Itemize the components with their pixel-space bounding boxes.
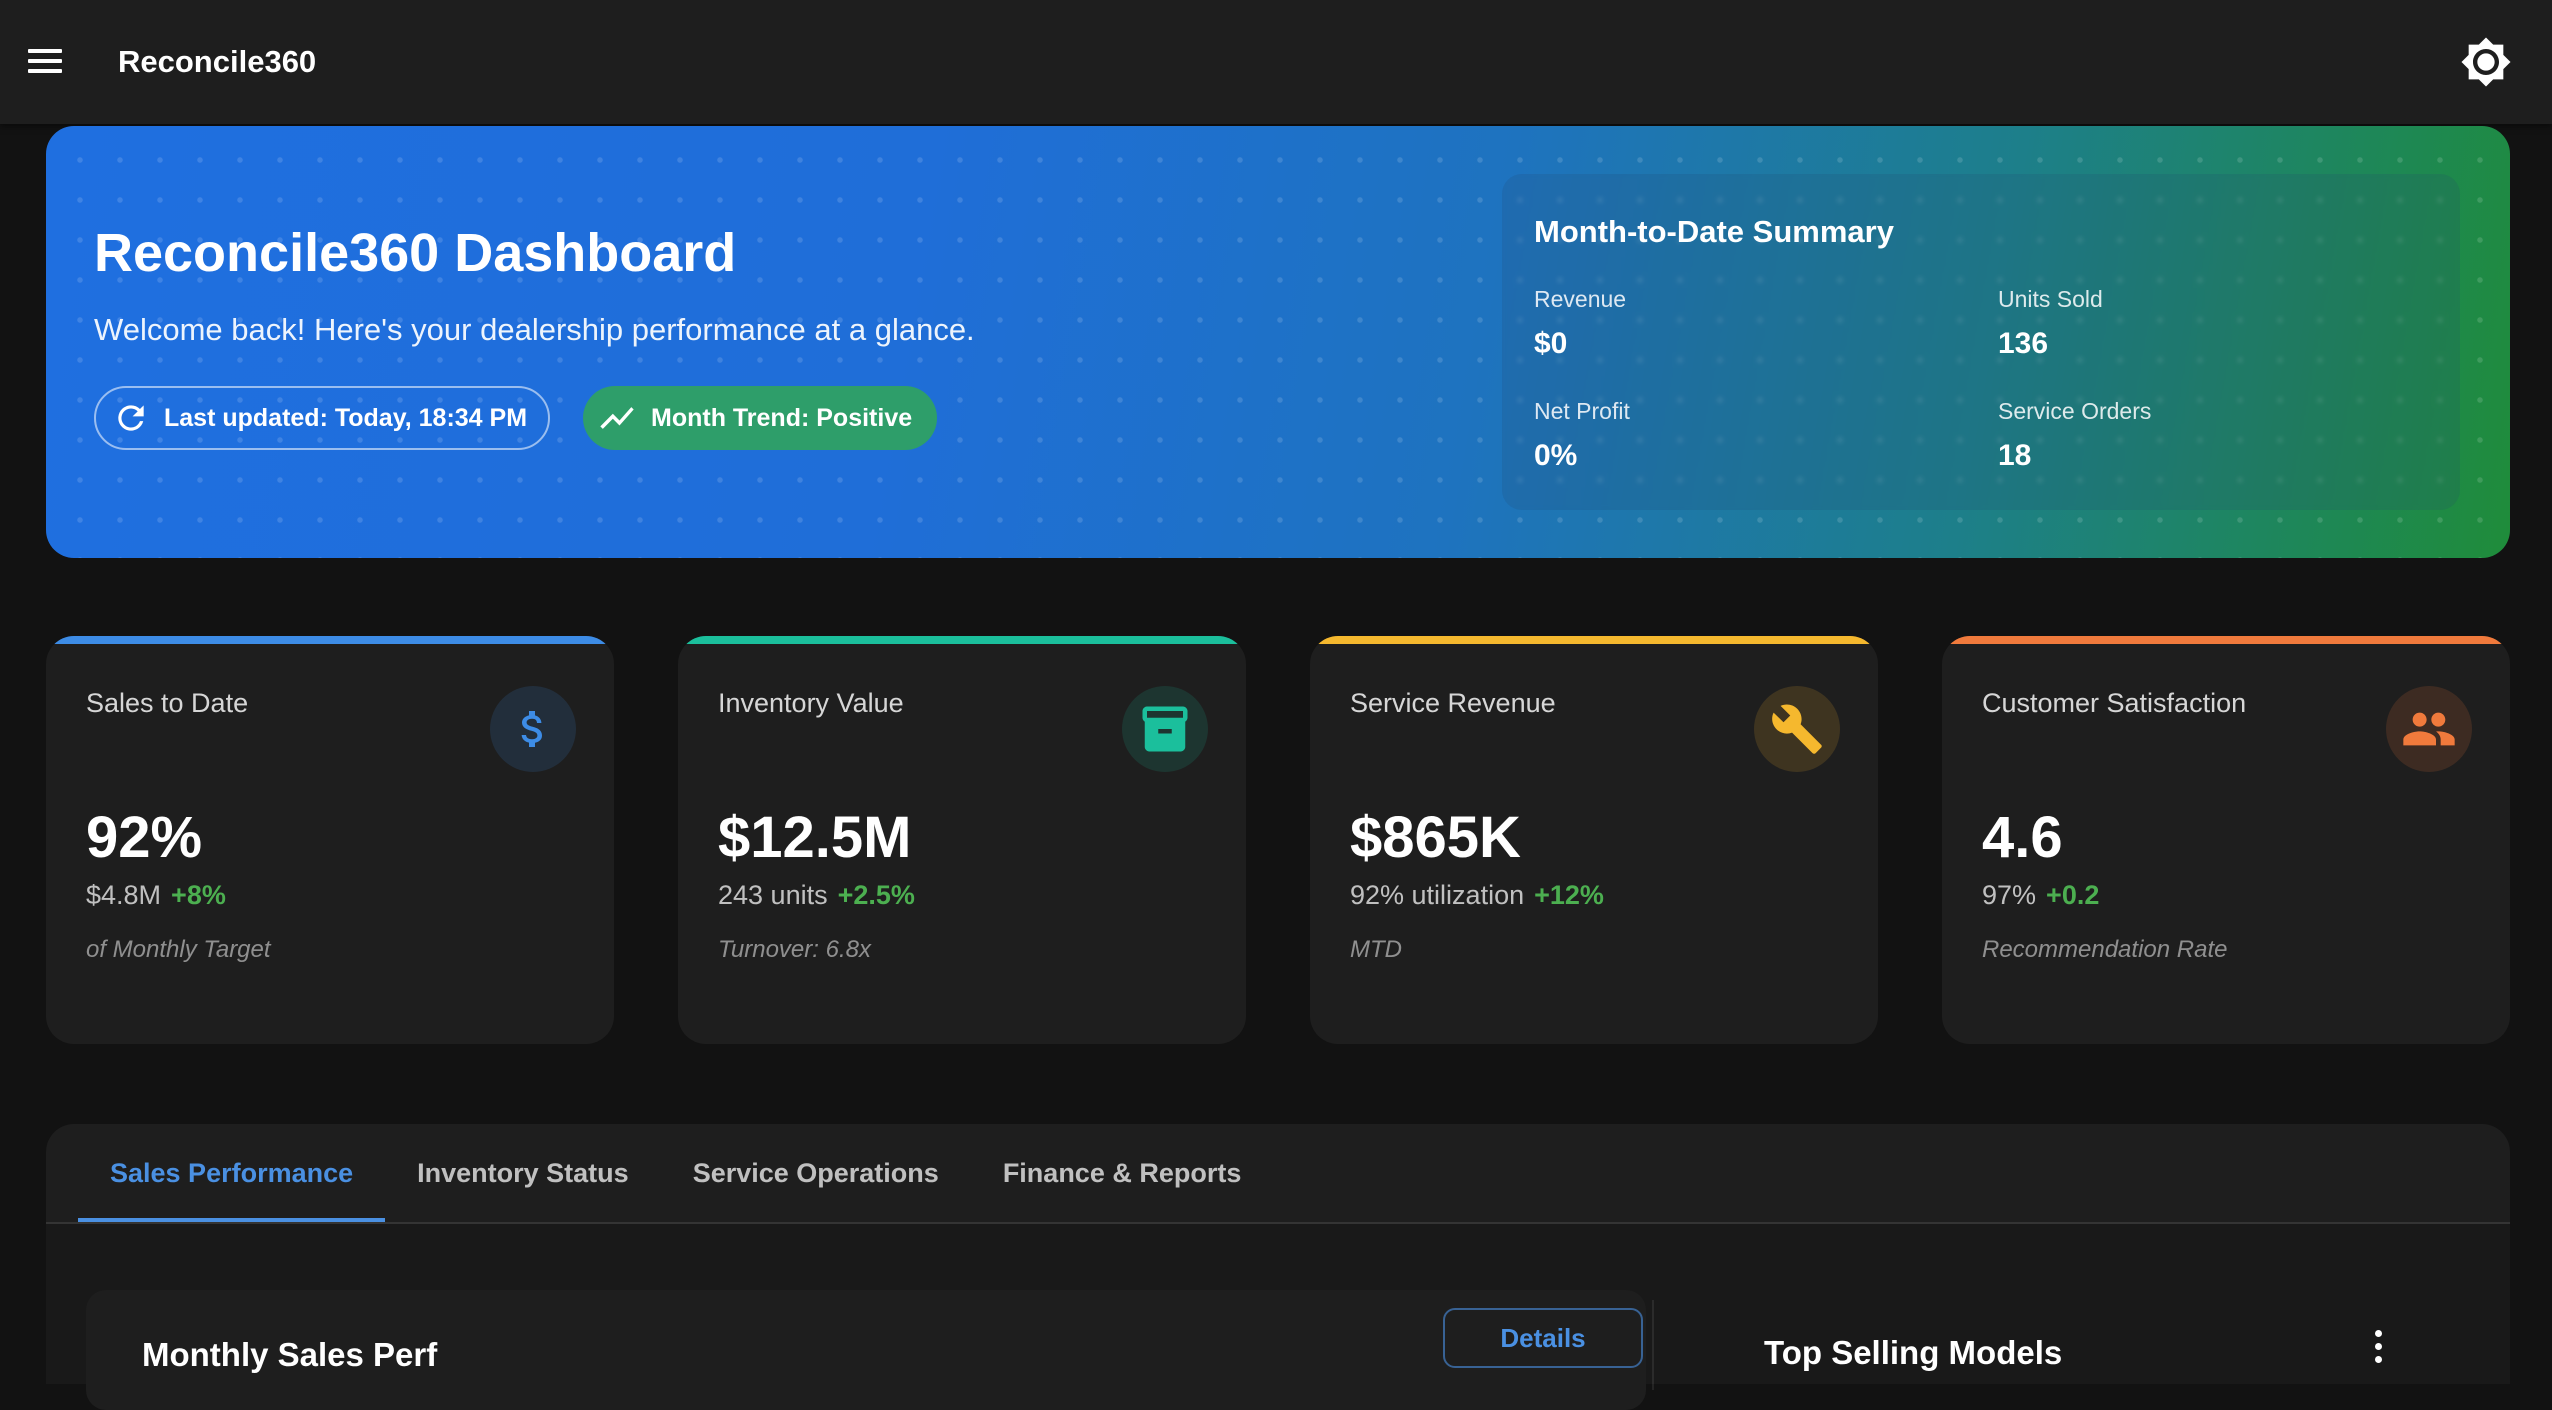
- trending-up-icon: [600, 407, 634, 429]
- card-note: of Monthly Target: [86, 936, 271, 963]
- mtd-label: Net Profit: [1534, 398, 1630, 424]
- brightness-icon[interactable]: [2460, 36, 2512, 88]
- card-sub: 92% utilization +12%: [1350, 880, 1604, 911]
- month-trend-label: Month Trend: Positive: [651, 403, 913, 432]
- card-label: Inventory Value: [718, 688, 904, 718]
- card-accent-bar: [46, 636, 614, 644]
- mtd-service-orders: Service Orders 18: [1998, 398, 2398, 473]
- tab-content: Monthly Sales Perf Details Top Selling M…: [46, 1224, 2510, 1410]
- tab-service-operations[interactable]: Service Operations: [661, 1124, 971, 1222]
- card-sub-text: $4.8M: [86, 880, 162, 910]
- mtd-revenue: Revenue $0: [1534, 286, 1934, 361]
- card-change: +2.5%: [837, 880, 915, 910]
- month-trend-chip[interactable]: Month Trend: Positive: [583, 386, 937, 450]
- page-subtitle: Welcome back! Here's your dealership per…: [94, 312, 975, 347]
- details-button[interactable]: Details: [1443, 1308, 1643, 1368]
- card-sub-text: 97%: [1982, 880, 2037, 910]
- kpi-card-inventory[interactable]: Inventory Value $12.5M 243 units +2.5% Tu…: [678, 636, 1246, 1044]
- app-title: Reconcile360: [118, 44, 317, 79]
- mtd-value: $0: [1534, 327, 1568, 360]
- monthly-sales-panel: Monthly Sales Perf Details: [86, 1290, 1646, 1410]
- panel-divider: [1652, 1300, 1654, 1390]
- mtd-summary-panel: Month-to-Date Summary Revenue $0 Units S…: [1502, 174, 2460, 510]
- card-sub: 97% +0.2: [1982, 880, 2099, 911]
- monthly-sales-title: Monthly Sales Perf: [142, 1336, 438, 1373]
- card-label: Sales to Date: [86, 688, 249, 718]
- card-sub: 243 units +2.5%: [718, 880, 915, 911]
- refresh-icon: [118, 405, 144, 431]
- tab-inventory-status[interactable]: Inventory Status: [385, 1124, 661, 1222]
- card-value: 92%: [86, 805, 203, 870]
- archive-icon: [1122, 686, 1208, 772]
- dollar-icon: [490, 686, 576, 772]
- page-title: Reconcile360 Dashboard: [94, 223, 737, 283]
- mtd-label: Revenue: [1534, 286, 1627, 312]
- tabs-panel: Sales Performance Inventory Status Servi…: [46, 1124, 2510, 1410]
- mtd-value: 136: [1998, 327, 2049, 360]
- more-vert-icon[interactable]: [2368, 1330, 2388, 1370]
- mtd-value: 18: [1998, 439, 2032, 472]
- mtd-units-sold: Units Sold 136: [1998, 286, 2398, 361]
- mtd-value: 0%: [1534, 439, 1578, 472]
- tab-sales-performance[interactable]: Sales Performance: [78, 1124, 386, 1222]
- app-bar: Reconcile360: [0, 0, 2552, 124]
- menu-icon[interactable]: [26, 42, 66, 82]
- people-icon: [2386, 686, 2472, 772]
- card-change: +12%: [1534, 880, 1604, 910]
- card-accent-bar: [678, 636, 1246, 644]
- mtd-summary-title: Month-to-Date Summary: [1534, 214, 1894, 249]
- card-value: 4.6: [1982, 805, 2063, 870]
- card-value: $865K: [1350, 805, 1521, 870]
- mtd-label: Service Orders: [1998, 398, 2152, 424]
- last-updated-chip[interactable]: Last updated: Today, 18:34 PM: [94, 386, 550, 450]
- card-value: $12.5M: [718, 805, 912, 870]
- card-note: Turnover: 6.8x: [718, 936, 871, 963]
- wrench-icon: [1754, 686, 1840, 772]
- card-change: +8%: [171, 880, 226, 910]
- kpi-card-sales[interactable]: Sales to Date 92% $4.8M +8% of Monthly Ta…: [46, 636, 614, 1044]
- hero-banner: Reconcile360 Dashboard Welcome back! Her…: [46, 126, 2510, 558]
- last-updated-label: Last updated: Today, 18:34 PM: [164, 403, 528, 432]
- tab-finance-reports[interactable]: Finance & Reports: [971, 1124, 1274, 1222]
- card-sub-text: 243 units: [718, 880, 828, 910]
- card-accent-bar: [1942, 636, 2510, 644]
- kpi-card-satisfaction[interactable]: Customer Satisfaction 4.6 97% +0.2 Recomm…: [1942, 636, 2510, 1044]
- card-sub-text: 92% utilization: [1350, 880, 1525, 910]
- card-label: Customer Satisfaction: [1982, 688, 2247, 718]
- top-selling-models-title: Top Selling Models: [1764, 1334, 2063, 1371]
- card-note: MTD: [1350, 936, 1402, 963]
- card-accent-bar: [1310, 636, 1878, 644]
- kpi-card-service[interactable]: Service Revenue $865K 92% utilization +12…: [1310, 636, 1878, 1044]
- card-note: Recommendation Rate: [1982, 936, 2228, 963]
- tab-bar: Sales Performance Inventory Status Servi…: [78, 1124, 1273, 1222]
- card-label: Service Revenue: [1350, 688, 1556, 718]
- card-sub: $4.8M +8%: [86, 880, 226, 911]
- mtd-label: Units Sold: [1998, 286, 2103, 312]
- card-change: +0.2: [2046, 880, 2100, 910]
- mtd-net-profit: Net Profit 0%: [1534, 398, 1934, 473]
